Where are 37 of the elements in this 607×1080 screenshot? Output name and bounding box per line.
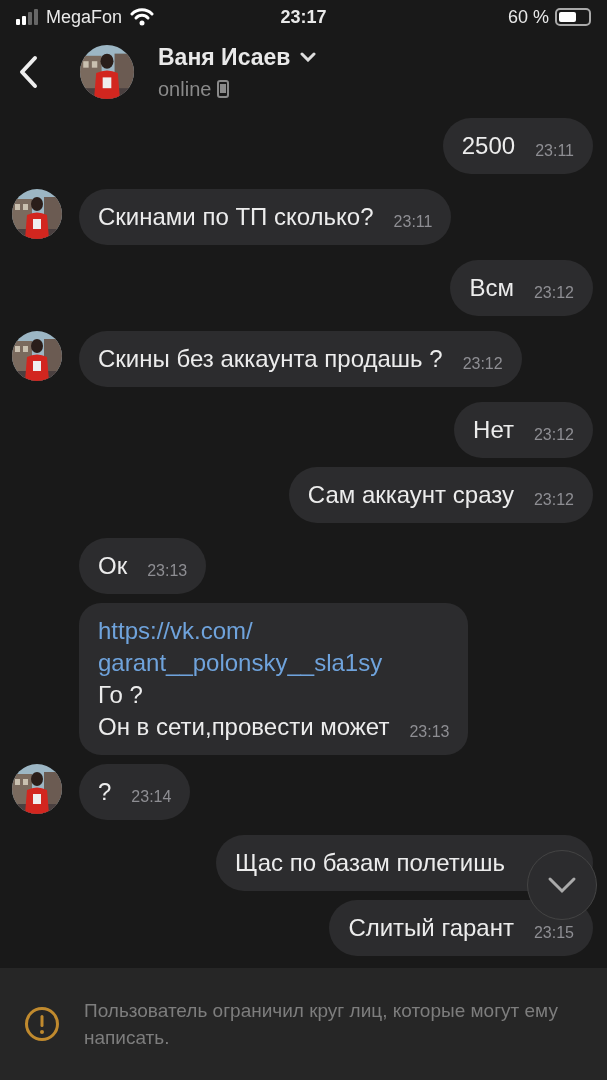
online-status: online: [158, 77, 212, 103]
message-text: Го ?: [98, 681, 143, 708]
message-time: 23:11: [535, 141, 574, 161]
message-text: Нет: [473, 415, 514, 445]
message-text: Слитый гарант: [348, 913, 514, 943]
phone-icon: [217, 80, 230, 99]
clock-time: 23:17: [280, 6, 327, 27]
message-time: 23:15: [533, 923, 574, 943]
message-text: Щас по базам полетишь: [234, 848, 505, 878]
battery-percent: 60 %: [507, 5, 549, 29]
message-time: 23:13: [147, 561, 188, 581]
battery-icon: [555, 8, 591, 26]
signal-icon: [16, 9, 38, 25]
message-text: Ок: [98, 551, 128, 581]
message-text: Скинами по ТП сколько?: [98, 202, 374, 232]
message-time: 23:11: [393, 212, 433, 232]
message-link[interactable]: https://vk.com/: [98, 617, 253, 644]
message-text: 2500: [461, 131, 516, 161]
wifi-icon: [130, 8, 155, 26]
chevron-down-icon[interactable]: [547, 876, 577, 894]
notice-text: Пользователь ограничил круг лиц, которые могут ему написать.: [84, 999, 559, 1050]
message-time: 23:12: [533, 425, 574, 445]
message-time: 23:12: [533, 490, 574, 510]
back-icon[interactable]: [18, 55, 38, 89]
message-text: ?: [98, 777, 112, 807]
message-text: Скины без аккаунта продашь ?: [98, 344, 443, 374]
message-time: 23:13: [409, 722, 450, 742]
carrier-name: MegaFon: [46, 5, 123, 29]
message-link[interactable]: garant__polonsky__sla1sy: [98, 649, 383, 676]
message-text: Сам аккаунт сразу: [307, 480, 514, 510]
message-time: 23:12: [533, 283, 574, 303]
contact-name[interactable]: Ваня Исаев: [158, 39, 291, 75]
message-text: Всм: [469, 273, 514, 303]
warning-icon: [24, 1006, 60, 1042]
message-time: 23:12: [462, 354, 503, 374]
message-time: 23:14: [131, 787, 172, 807]
message-text: Он в сети,провести может: [98, 712, 390, 742]
